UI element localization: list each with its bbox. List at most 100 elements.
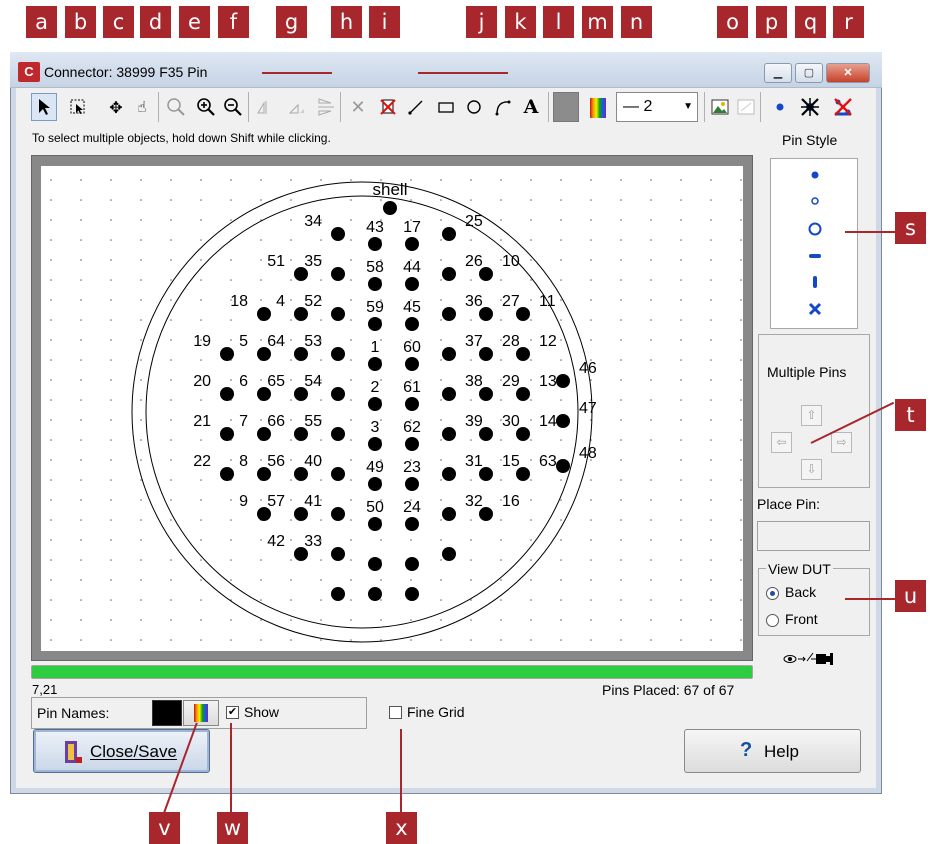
close-window-button[interactable]: ✕ bbox=[826, 63, 870, 83]
flip-icon[interactable] bbox=[313, 93, 339, 121]
connector-pin[interactable] bbox=[442, 387, 456, 401]
image-disabled-icon[interactable] bbox=[733, 93, 759, 121]
arc-icon[interactable] bbox=[490, 93, 516, 121]
connector-pin[interactable] bbox=[331, 507, 345, 521]
connector-pin[interactable] bbox=[405, 317, 419, 331]
place-pin-input[interactable] bbox=[757, 521, 870, 551]
pin-name-color-button[interactable] bbox=[183, 700, 219, 726]
connector-pin[interactable] bbox=[368, 237, 382, 251]
connector-pin[interactable] bbox=[442, 227, 456, 241]
connector-pin[interactable] bbox=[479, 427, 493, 441]
connector-pin[interactable] bbox=[442, 307, 456, 321]
color-palette-icon[interactable] bbox=[590, 98, 606, 118]
connector-pin[interactable] bbox=[516, 387, 530, 401]
connector-pin[interactable] bbox=[405, 357, 419, 371]
connector-pin[interactable] bbox=[479, 307, 493, 321]
connector-pin[interactable] bbox=[220, 387, 234, 401]
connector-pin[interactable] bbox=[442, 547, 456, 561]
connector-pin[interactable] bbox=[516, 347, 530, 361]
connector-pin[interactable] bbox=[442, 347, 456, 361]
move-left-button[interactable]: ⇦ bbox=[771, 432, 792, 453]
connector-pin[interactable] bbox=[479, 467, 493, 481]
line-icon[interactable] bbox=[403, 93, 429, 121]
connector-pin[interactable] bbox=[368, 397, 382, 411]
show-pin-names-label[interactable]: Show bbox=[244, 704, 279, 720]
circle-icon[interactable] bbox=[461, 93, 487, 121]
rectangle-icon[interactable] bbox=[433, 93, 459, 121]
pin-style-x-icon[interactable] bbox=[808, 302, 822, 316]
connector-pin[interactable] bbox=[405, 477, 419, 491]
pin-style-horizontal-bar-icon[interactable] bbox=[809, 254, 821, 258]
pin-style-filled-icon[interactable] bbox=[811, 171, 819, 179]
move-icon[interactable]: ✥ bbox=[103, 93, 129, 121]
connector-pin[interactable] bbox=[405, 237, 419, 251]
pin-style-small-ring-icon[interactable] bbox=[811, 197, 819, 205]
connector-pin[interactable] bbox=[331, 467, 345, 481]
show-pin-names-checkbox[interactable]: ✔ bbox=[226, 706, 239, 719]
connector-pin[interactable] bbox=[405, 437, 419, 451]
box-select-icon[interactable] bbox=[65, 93, 91, 121]
connector-pin[interactable] bbox=[442, 507, 456, 521]
pointer-icon[interactable] bbox=[31, 93, 57, 121]
zoom-in-icon[interactable] bbox=[193, 93, 219, 121]
connector-pin[interactable] bbox=[556, 374, 570, 388]
connector-pin[interactable] bbox=[220, 467, 234, 481]
connector-pin[interactable] bbox=[257, 307, 271, 321]
connector-pin[interactable] bbox=[331, 347, 345, 361]
zoom-out-icon[interactable] bbox=[220, 93, 246, 121]
pin-style-large-ring-icon[interactable] bbox=[808, 222, 822, 236]
connector-pin[interactable] bbox=[368, 277, 382, 291]
connector-pin[interactable] bbox=[368, 587, 382, 601]
connector-pin[interactable] bbox=[479, 347, 493, 361]
mirror-h-icon[interactable] bbox=[253, 93, 279, 121]
connector-pin[interactable] bbox=[516, 307, 530, 321]
delete-pins-icon[interactable] bbox=[830, 93, 856, 121]
close-save-button[interactable]: Close/Save bbox=[33, 729, 210, 773]
delete-pin-icon[interactable] bbox=[797, 93, 823, 121]
connector-pin[interactable] bbox=[220, 347, 234, 361]
pin-name-color-swatch[interactable] bbox=[152, 700, 182, 726]
maximize-button[interactable]: ▢ bbox=[795, 63, 823, 83]
move-up-button[interactable]: ⇧ bbox=[801, 405, 822, 426]
connector-pin[interactable] bbox=[220, 427, 234, 441]
text-icon[interactable]: A bbox=[518, 93, 544, 121]
view-front-radio[interactable] bbox=[766, 614, 779, 627]
view-front-label[interactable]: Front bbox=[785, 611, 818, 627]
zoom-icon[interactable] bbox=[163, 93, 189, 121]
connector-pin[interactable] bbox=[516, 467, 530, 481]
hand-icon[interactable]: ☝ bbox=[129, 93, 155, 121]
connector-pin[interactable] bbox=[331, 307, 345, 321]
connector-pin[interactable] bbox=[405, 517, 419, 531]
connector-pin[interactable] bbox=[556, 414, 570, 428]
connector-pin[interactable] bbox=[405, 557, 419, 571]
connector-pin[interactable] bbox=[331, 587, 345, 601]
line-width-select[interactable]: — 2 ▼ bbox=[616, 92, 698, 122]
connector-pin[interactable] bbox=[368, 557, 382, 571]
view-back-radio[interactable] bbox=[766, 587, 779, 600]
delete-icon[interactable]: ✕ bbox=[345, 93, 371, 121]
connector-pin[interactable] bbox=[331, 547, 345, 561]
connector-pin[interactable] bbox=[442, 467, 456, 481]
pin-style-vertical-bar-icon[interactable] bbox=[813, 276, 817, 288]
connector-pin[interactable] bbox=[368, 357, 382, 371]
connector-pin[interactable] bbox=[368, 437, 382, 451]
connector-pin[interactable] bbox=[516, 427, 530, 441]
move-down-button[interactable]: ⇩ bbox=[801, 459, 822, 480]
move-right-button[interactable]: ⇨ bbox=[831, 432, 852, 453]
connector-pin[interactable] bbox=[556, 459, 570, 473]
connector-pin[interactable] bbox=[331, 427, 345, 441]
connector-pin[interactable] bbox=[331, 387, 345, 401]
connector-pin[interactable] bbox=[442, 427, 456, 441]
connector-pin[interactable] bbox=[405, 587, 419, 601]
image-icon[interactable] bbox=[707, 93, 733, 121]
connector-pin[interactable] bbox=[405, 277, 419, 291]
help-button[interactable]: ? Help bbox=[684, 729, 861, 773]
connector-pin[interactable] bbox=[405, 397, 419, 411]
connector-pin[interactable] bbox=[479, 507, 493, 521]
connector-pin[interactable] bbox=[479, 387, 493, 401]
fine-grid-checkbox[interactable] bbox=[389, 706, 402, 719]
connector-pin[interactable] bbox=[331, 227, 345, 241]
connector-drawing[interactable]: shell34 2543 1751 35 26 1058 4418 4 52 36 27 1159 45… bbox=[41, 166, 743, 651]
connector-pin[interactable] bbox=[479, 267, 493, 281]
connector-pin[interactable] bbox=[368, 517, 382, 531]
